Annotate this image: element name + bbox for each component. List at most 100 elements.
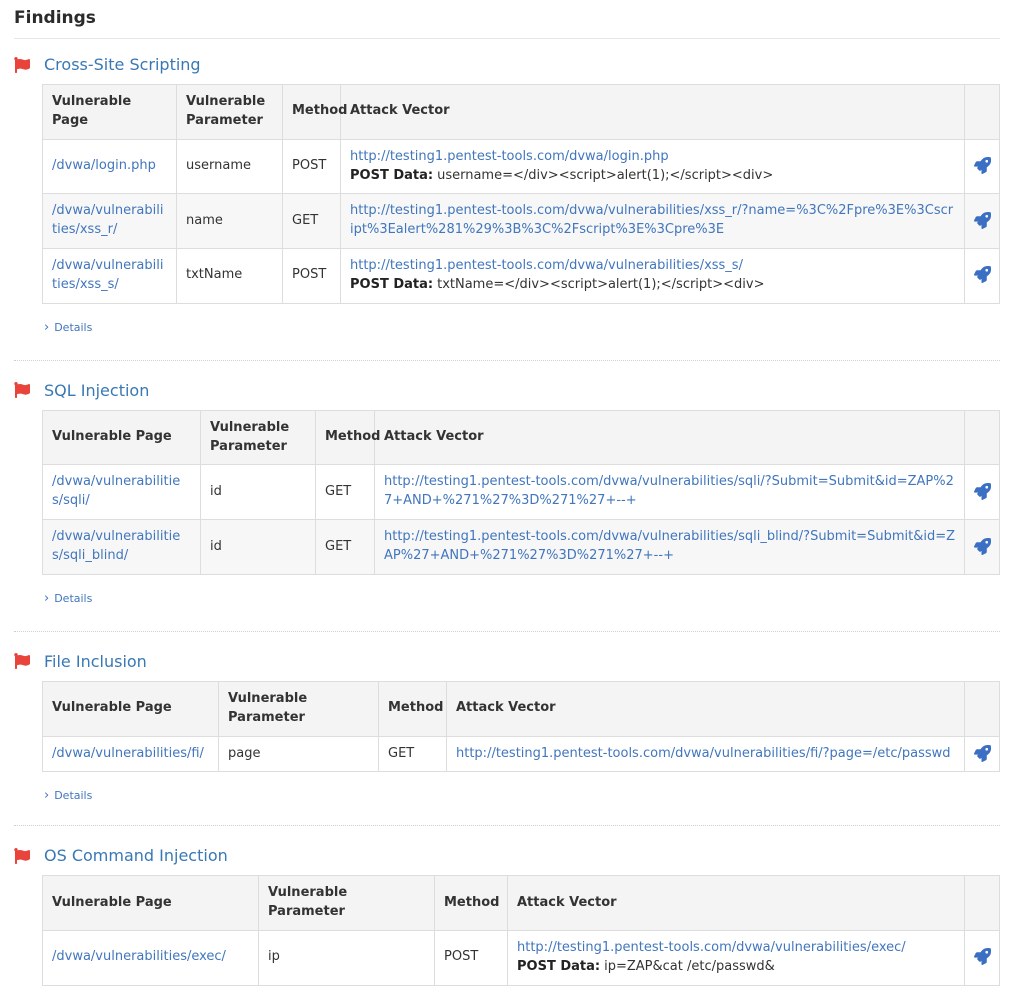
attack-vector-link[interactable]: http://testing1.pentest-tools.com/dvwa/v… [384,474,954,508]
col-header-vulnerable-parameter: Vulnerable Parameter [259,876,435,931]
section-header: File Inclusion [14,652,1000,671]
table-row: /dvwa/vulnerabilities/sqli/ id GET http:… [43,465,1000,520]
post-data-value: ip=ZAP&cat /etc/passwd& [604,959,775,974]
section-header: Cross-Site Scripting [14,55,1000,74]
col-header-attack-vector: Attack Vector [508,876,965,931]
rocket-icon [974,212,991,229]
replay-attack-button[interactable] [965,139,1000,194]
attack-vector: http://testing1.pentest-tools.com/dvwa/l… [341,139,965,194]
details-link[interactable]: ›Details [44,789,92,802]
section-header: OS Command Injection [14,846,1000,865]
table-header-row: Vulnerable Page Vulnerable Parameter Met… [43,681,1000,736]
col-header-vulnerable-parameter: Vulnerable Parameter [177,85,283,140]
attack-vector-link[interactable]: http://testing1.pentest-tools.com/dvwa/v… [384,529,955,563]
table-row: /dvwa/vulnerabilities/sqli_blind/ id GET… [43,520,1000,575]
section-divider [14,360,1000,361]
flag-icon [14,382,30,398]
vulnerable-page[interactable]: /dvwa/vulnerabilities/sqli_blind/ [43,520,201,575]
rocket-icon [974,483,991,500]
attack-vector: http://testing1.pentest-tools.com/dvwa/v… [447,736,965,772]
details-label: Details [54,321,92,334]
col-header-vulnerable-page: Vulnerable Page [43,876,259,931]
vulnerable-page[interactable]: /dvwa/login.php [43,139,177,194]
table-header-row: Vulnerable Page Vulnerable Parameter Met… [43,85,1000,140]
method: POST [283,139,341,194]
col-header-vulnerable-page: Vulnerable Page [43,410,201,465]
col-header-actions [965,681,1000,736]
vulnerable-page[interactable]: /dvwa/vulnerabilities/sqli/ [43,465,201,520]
page-title: Findings [14,8,1000,39]
col-header-method: Method [379,681,447,736]
vulnerable-parameter: page [219,736,379,772]
attack-vector: http://testing1.pentest-tools.com/dvwa/v… [375,465,965,520]
attack-vector-link[interactable]: http://testing1.pentest-tools.com/dvwa/v… [456,746,951,761]
replay-attack-button[interactable] [965,736,1000,772]
vulnerable-page[interactable]: /dvwa/vulnerabilities/xss_s/ [43,249,177,304]
chevron-right-icon: › [44,592,49,605]
post-data-label: POST Data: [350,277,433,292]
rocket-icon [974,266,991,283]
attack-vector: http://testing1.pentest-tools.com/dvwa/v… [341,194,965,249]
section-file-inclusion: File Inclusion Vulnerable Page Vulnerabl… [14,652,1000,827]
method: POST [435,931,508,986]
col-header-vulnerable-page: Vulnerable Page [43,85,177,140]
section-os-command-injection: OS Command Injection Vulnerable Page Vul… [14,846,1000,985]
table-row: /dvwa/vulnerabilities/xss_r/ name GET ht… [43,194,1000,249]
method: GET [379,736,447,772]
replay-attack-button[interactable] [965,194,1000,249]
col-header-attack-vector: Attack Vector [341,85,965,140]
attack-vector-link[interactable]: http://testing1.pentest-tools.com/dvwa/v… [517,940,906,955]
vulnerable-parameter: id [201,520,316,575]
section-title[interactable]: Cross-Site Scripting [44,55,201,74]
table-row: /dvwa/vulnerabilities/fi/ page GET http:… [43,736,1000,772]
flag-icon [14,848,30,864]
vulnerable-parameter: txtName [177,249,283,304]
vulnerable-parameter: id [201,465,316,520]
attack-vector-link[interactable]: http://testing1.pentest-tools.com/dvwa/l… [350,149,669,164]
vulnerable-page[interactable]: /dvwa/vulnerabilities/fi/ [43,736,219,772]
attack-vector: http://testing1.pentest-tools.com/dvwa/v… [375,520,965,575]
col-header-method: Method [316,410,375,465]
flag-icon [14,57,30,73]
details-link[interactable]: › Details [44,321,92,334]
col-header-actions [965,410,1000,465]
chevron-right-icon: › [44,321,49,334]
attack-vector-link[interactable]: http://testing1.pentest-tools.com/dvwa/v… [350,258,743,273]
details-link[interactable]: › Details [44,592,92,605]
col-header-actions [965,85,1000,140]
section-title[interactable]: OS Command Injection [44,846,228,865]
method: GET [316,465,375,520]
rocket-icon [974,157,991,174]
section-title[interactable]: SQL Injection [44,381,149,400]
flag-icon [14,653,30,669]
table-header-row: Vulnerable Page Vulnerable Parameter Met… [43,876,1000,931]
replay-attack-button[interactable] [965,465,1000,520]
vulnerable-page[interactable]: /dvwa/vulnerabilities/exec/ [43,931,259,986]
details-label: Details [54,592,92,605]
section-divider [14,825,1000,826]
section-title[interactable]: File Inclusion [44,652,147,671]
section-header: SQL Injection [14,381,1000,400]
attack-vector: http://testing1.pentest-tools.com/dvwa/v… [341,249,965,304]
vulnerable-parameter: ip [259,931,435,986]
col-header-method: Method [283,85,341,140]
post-data-label: POST Data: [350,168,433,183]
replay-attack-button[interactable] [965,520,1000,575]
table-row: /dvwa/vulnerabilities/xss_s/ txtName POS… [43,249,1000,304]
findings-table-fi: Vulnerable Page Vulnerable Parameter Met… [42,681,1000,773]
section-divider [14,631,1000,632]
col-header-actions [965,876,1000,931]
table-header-row: Vulnerable Page Vulnerable Parameter Met… [43,410,1000,465]
replay-attack-button[interactable] [965,931,1000,986]
vulnerable-parameter: username [177,139,283,194]
method: GET [283,194,341,249]
chevron-right-icon: › [44,789,49,802]
replay-attack-button[interactable] [965,249,1000,304]
vulnerable-page[interactable]: /dvwa/vulnerabilities/xss_r/ [43,194,177,249]
findings-table-exec: Vulnerable Page Vulnerable Parameter Met… [42,875,1000,985]
rocket-icon [974,745,991,762]
col-header-vulnerable-page: Vulnerable Page [43,681,219,736]
post-data-value: txtName=</div><script>alert(1);</script>… [437,277,764,292]
attack-vector-link[interactable]: http://testing1.pentest-tools.com/dvwa/v… [350,203,953,237]
section-sql-injection: SQL Injection Vulnerable Page Vulnerable… [14,381,1000,632]
